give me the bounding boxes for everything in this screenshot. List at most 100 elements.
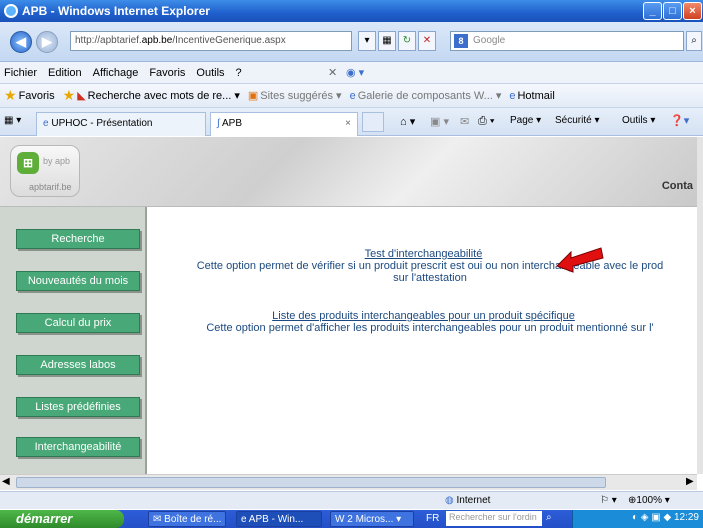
task-ie[interactable]: e APB - Win... [236, 511, 322, 527]
window-titlebar: APB - Windows Internet Explorer _ □ × [0, 0, 703, 22]
security-menu[interactable]: Sécurité ▾ [555, 115, 600, 126]
tools-menu-label: Outils [622, 115, 648, 126]
address-bar-row: ◀ ▶ http://apbtarief.apb.be/IncentiveGen… [0, 22, 703, 62]
back-button[interactable]: ◀ [10, 31, 32, 53]
search-icon[interactable]: ⌕ [546, 512, 552, 523]
ie-small-icon: e [509, 89, 516, 102]
search-placeholder: Google [473, 35, 506, 46]
task-label: Boîte de ré... [164, 514, 222, 525]
tab-label: APB [221, 118, 242, 129]
site-header: ⊞ by apb apbtarif.be Conta [0, 137, 697, 207]
compat-view-icon[interactable]: ▦ [378, 31, 396, 51]
task-label: 2 Micros... [347, 514, 394, 525]
status-bar: ◍ Internet ⚐ ▾ ⊕100% ▾ [0, 491, 703, 509]
link-liste-produits[interactable]: Liste des produits interchangeables pour… [150, 310, 697, 322]
feeds-icon[interactable]: ▣ ▾ [430, 115, 449, 128]
ie-small-icon: e [241, 514, 247, 525]
refresh-icon[interactable]: ↻ [398, 31, 416, 51]
minimize-button[interactable]: _ [643, 2, 662, 20]
ie-icon [4, 4, 18, 18]
stop-icon[interactable]: ✕ [418, 31, 436, 51]
scroll-left-icon[interactable]: ◀ [2, 476, 10, 487]
mail-icon[interactable]: ✉ [460, 115, 469, 128]
menu-edit[interactable]: Edition [48, 67, 82, 79]
sidebar-button-adresses-labos[interactable]: Adresses labos [16, 355, 140, 375]
link-test-interchangeabilite[interactable]: Test d'interchangeabilité [150, 248, 697, 260]
new-tab-button[interactable] [362, 112, 384, 132]
site-logo[interactable]: ⊞ by apb apbtarif.be [10, 145, 80, 197]
url-suffix: /IncentiveGenerique.aspx [172, 35, 286, 46]
favorites-label: Favoris [18, 89, 55, 102]
url-domain: apb.be [141, 35, 173, 46]
menu-favorites[interactable]: Favoris [149, 67, 185, 79]
security-menu-label: Sécurité [555, 115, 592, 126]
menu-view[interactable]: Affichage [93, 67, 139, 79]
description-test-line2: sur l'attestation [393, 272, 467, 284]
fav-item-search[interactable]: ★ ◣ Recherche avec mots de re... ▾ [63, 87, 240, 104]
sidebar-button-listes[interactable]: Listes prédéfinies [16, 397, 140, 417]
fav-item-gallery[interactable]: e Galerie de composants W... ▾ [349, 89, 502, 103]
horizontal-scrollbar[interactable]: ◀ ▶ [0, 474, 697, 490]
fav-label: Hotmail [517, 89, 555, 102]
tab-apb[interactable]: ∫ APB × [210, 112, 358, 136]
star-icon: ★ [4, 87, 17, 103]
forward-button[interactable]: ▶ [36, 31, 58, 53]
loading-icon: ∫ [217, 118, 220, 129]
close-menu-icon[interactable]: ✕ [328, 66, 337, 79]
ie-small-icon: e [43, 118, 49, 129]
scrollbar-thumb[interactable] [16, 477, 606, 488]
start-button[interactable]: démarrer [0, 510, 124, 528]
home-icon[interactable]: ⌂ ▾ [400, 115, 415, 128]
print-icon[interactable]: ⎙ ▾ [478, 115, 494, 128]
help-icon[interactable]: ❓▾ [670, 114, 689, 127]
close-tab-icon[interactable]: × [345, 118, 351, 129]
quick-tabs-icon[interactable]: ▦ ▾ [4, 115, 21, 126]
search-input[interactable]: 8 Google [450, 31, 684, 51]
tab-uphoc[interactable]: e UPHOC - Présentation [36, 112, 206, 136]
translate-icon[interactable]: ◉ ▾ [346, 66, 364, 79]
zone-label: Internet [456, 495, 491, 506]
desktop-search-input[interactable]: Rechercher sur l'ordin [446, 511, 542, 526]
sidebar-button-recherche[interactable]: Recherche [16, 229, 140, 249]
system-tray: ◐ ◈ ▣ ◆ 12:29 [572, 510, 703, 528]
menu-file[interactable]: Fichier [4, 67, 37, 79]
menu-bar: Fichier Edition Affichage Favoris Outils… [0, 62, 703, 84]
page-menu[interactable]: Page ▾ [510, 115, 541, 126]
logo-by: by apb [43, 156, 71, 166]
search-icon[interactable]: ⌕ [686, 31, 702, 51]
page-menu-label: Page [510, 115, 534, 126]
contact-link[interactable]: Conta [662, 180, 693, 192]
window-title: APB - Windows Internet Explorer [22, 4, 210, 18]
fav-label: Galerie de composants W... [357, 89, 493, 102]
sidebar-button-interchangeabilite[interactable]: Interchangeabilité [16, 437, 140, 457]
language-indicator[interactable]: FR [426, 513, 439, 524]
task-word[interactable]: W 2 Micros... ▾ [330, 511, 414, 527]
globe-icon: ◍ [445, 495, 454, 506]
favorites-button[interactable]: ★ Favoris [4, 87, 55, 104]
zoom-control[interactable]: ⊕100% ▾ [628, 495, 670, 506]
task-mail[interactable]: ✉ Boîte de ré... [148, 511, 226, 527]
vertical-scrollbar[interactable] [697, 137, 703, 474]
dropdown-icon[interactable]: ▾ [358, 31, 376, 51]
maximize-button[interactable]: □ [663, 2, 682, 20]
close-button[interactable]: × [683, 2, 702, 20]
scroll-right-icon[interactable]: ▶ [686, 476, 694, 487]
sidebar-button-calcul-prix[interactable]: Calcul du prix [16, 313, 140, 333]
tray-icons[interactable]: ◐ ◈ ▣ ◆ [632, 512, 671, 523]
google-icon: 8 [454, 34, 468, 48]
tools-menu[interactable]: Outils ▾ [622, 115, 655, 126]
sidebar-button-nouveautes[interactable]: Nouveautés du mois [16, 271, 140, 291]
ie-small-icon: e [349, 89, 356, 102]
menu-help[interactable]: ? [236, 67, 242, 79]
menu-tools[interactable]: Outils [196, 67, 224, 79]
clock[interactable]: 12:29 [674, 512, 699, 523]
url-field[interactable]: http://apbtarief.apb.be/IncentiveGeneriq… [70, 31, 352, 51]
protected-mode-icon[interactable]: ⚐ ▾ [600, 495, 617, 506]
page-content: ⊞ by apb apbtarif.be Conta Recherche Nou… [0, 137, 703, 474]
fav-item-hotmail[interactable]: e Hotmail [509, 90, 554, 102]
add-favorite-icon: ★ [62, 87, 76, 103]
url-prefix: http://apbtarief. [75, 35, 142, 46]
zoom-level: 100% [636, 495, 662, 506]
red-arrow-annotation [556, 247, 604, 273]
fav-item-suggested[interactable]: ▣ Sites suggérés ▾ [248, 89, 342, 103]
